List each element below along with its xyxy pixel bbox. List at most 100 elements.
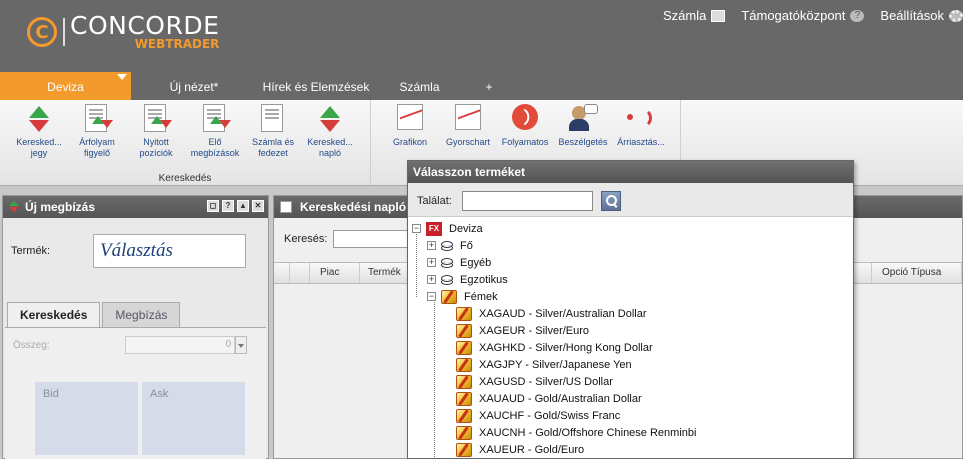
trade-journal-icon <box>315 104 345 134</box>
tree-leaf-label: XAUCNH - Gold/Offshore Chinese Renminbi <box>479 426 697 439</box>
grid-col-option-type[interactable]: Opció Típusa <box>872 263 962 283</box>
tree-node-fo[interactable]: + Fő <box>427 237 473 254</box>
settings-link-label: Beállítások <box>880 8 944 23</box>
ribbon-group-trading: Keresked... jegy Árfolyam figyelő Nyitot… <box>0 100 371 186</box>
rate-watch-icon <box>82 104 113 134</box>
tab-news[interactable]: Hírek és Elemzések <box>257 72 375 100</box>
tree-leaf-product[interactable]: XAGAUD - Silver/Australian Dollar <box>456 305 647 322</box>
settings-link[interactable]: Beállítások <box>880 8 963 23</box>
quick-chart-icon <box>453 104 483 134</box>
tree-leaf-product[interactable]: XAGHKD - Silver/Hong Kong Dollar <box>456 339 653 356</box>
tree-leaf-product[interactable]: XAGUSD - Silver/US Dollar <box>456 373 613 390</box>
tree-leaf-label: XAGAUD - Silver/Australian Dollar <box>479 307 647 320</box>
collapse-icon[interactable]: − <box>412 224 421 233</box>
gold-bar-icon <box>456 425 472 440</box>
tree-leaf-product[interactable]: XAUEUR - Gold/Euro <box>456 441 584 458</box>
logo-mark-icon: C <box>27 17 57 47</box>
tab-menu-caret-icon[interactable] <box>117 74 127 80</box>
gold-bar-icon <box>456 374 472 389</box>
detach-icon[interactable]: ◻ <box>207 200 219 212</box>
expand-icon[interactable]: + <box>427 258 436 267</box>
chart-button[interactable]: Grafikon <box>380 104 440 148</box>
price-alert-label: Árriasztás... <box>617 137 665 147</box>
product-selector[interactable]: Választás <box>93 234 246 268</box>
account-margin-label: Számla és fedezet <box>251 137 295 158</box>
tree-node-deviza[interactable]: − FX Deviza <box>412 220 483 237</box>
dialog-search-bar: Találat: <box>408 183 853 217</box>
chat-icon <box>568 104 598 134</box>
open-positions-button[interactable]: Nyitott pozíciók <box>126 104 186 159</box>
account-margin-icon <box>258 104 288 134</box>
price-alert-button[interactable]: Árriasztás... <box>611 104 671 148</box>
product-row: Termék: Választás <box>11 234 246 268</box>
trade-journal-title: Kereskedési napló <box>300 200 407 214</box>
tree-node-femek[interactable]: − Fémek <box>427 288 498 305</box>
tree-leaf-product[interactable]: XAUCHF - Gold/Swiss Franc <box>456 407 620 424</box>
help-icon[interactable]: ? <box>222 200 234 212</box>
gold-bar-icon <box>441 289 457 304</box>
account-link[interactable]: Számla <box>663 8 726 23</box>
tab-news-label: Hírek és Elemzések <box>262 80 370 94</box>
product-tree: − FX Deviza + Fő + Egyéb + Egzotikus − F… <box>408 218 853 458</box>
trading-subpanel: Összeg: 0 Bid Ask <box>5 327 266 459</box>
dialog-search-input[interactable] <box>462 191 593 211</box>
journal-search-input[interactable] <box>333 230 414 248</box>
grid-col-icon[interactable] <box>290 263 310 283</box>
tree-leaf-product[interactable]: XAGEUR - Silver/Euro <box>456 322 589 339</box>
tree-leaf-product[interactable]: XAGJPY - Silver/Japanese Yen <box>456 356 632 373</box>
amount-dropdown-icon[interactable] <box>235 336 247 354</box>
tree-leaf-label: XAGEUR - Silver/Euro <box>479 324 590 337</box>
tree-leaf-label: XAUAUD - Gold/Australian Dollar <box>479 392 642 405</box>
tree-leaf-product[interactable]: XAUAUD - Gold/Australian Dollar <box>456 390 642 407</box>
help-icon: ? <box>850 9 865 22</box>
tab-account[interactable]: Számla <box>375 72 464 100</box>
collapse-icon[interactable]: − <box>427 292 436 301</box>
chat-button[interactable]: Beszélgetés <box>553 104 613 148</box>
logo-divider <box>63 18 65 46</box>
tab-new-view[interactable]: Új nézet* <box>131 72 257 100</box>
logo-name: CONCORDE <box>70 11 220 40</box>
pending-orders-button[interactable]: Elő megbízások <box>185 104 245 159</box>
fx-icon: FX <box>426 221 442 236</box>
support-link-label: Támogatóközpont <box>741 8 846 23</box>
concorde-logo: C CONCORDE WEBTRADER <box>27 11 220 51</box>
gold-bar-icon <box>456 391 472 406</box>
tree-node-egzotikus[interactable]: + Egzotikus <box>427 271 508 288</box>
trade-ticket-button[interactable]: Keresked... jegy <box>9 104 69 159</box>
minimize-icon[interactable]: ▲ <box>237 200 249 212</box>
tab-account-label: Számla <box>399 80 440 94</box>
account-margin-button[interactable]: Számla és fedezet <box>243 104 303 159</box>
subtab-trading[interactable]: Kereskedés <box>7 302 101 327</box>
tree-node-label: Fémek <box>464 290 498 303</box>
bid-button[interactable]: Bid <box>35 382 138 455</box>
dialog-title[interactable]: Válasszon terméket <box>408 161 853 183</box>
logo-sub: WEBTRADER <box>134 37 220 51</box>
ask-button[interactable]: Ask <box>142 382 245 455</box>
trade-journal-button[interactable]: Keresked... napló <box>300 104 360 159</box>
tab-add[interactable]: + <box>464 72 514 100</box>
tree-leaf-product[interactable]: XAUCNH - Gold/Offshore Chinese Renminbi <box>456 424 696 441</box>
tree-leaf-label: XAGUSD - Silver/US Dollar <box>479 375 613 388</box>
close-icon[interactable]: ✕ <box>252 200 264 212</box>
rate-watch-label: Árfolyam figyelő <box>79 137 115 158</box>
streaming-button[interactable]: Folyamatos <box>495 104 555 148</box>
grid-col-check[interactable] <box>274 263 290 283</box>
amount-input[interactable]: 0 <box>125 336 235 354</box>
trade-ticket-icon <box>24 104 54 134</box>
subtab-order[interactable]: Megbízás <box>102 302 181 327</box>
expand-icon[interactable]: + <box>427 241 436 250</box>
tab-deviza[interactable]: Deviza <box>0 72 131 100</box>
tree-leaf-label: XAGJPY - Silver/Japanese Yen <box>479 358 632 371</box>
new-order-header[interactable]: Új megbízás ◻ ? ▲ ✕ <box>3 196 268 218</box>
expand-icon[interactable]: + <box>427 275 436 284</box>
chat-label: Beszélgetés <box>558 137 608 147</box>
grid-col-market[interactable]: Piac <box>310 263 360 283</box>
rate-watch-button[interactable]: Árfolyam figyelő <box>67 104 127 159</box>
search-icon[interactable] <box>601 191 621 211</box>
quick-chart-button[interactable]: Gyorschart <box>438 104 498 148</box>
account-icon <box>711 9 726 22</box>
chart-label: Grafikon <box>392 137 427 147</box>
tab-add-label: + <box>485 80 493 94</box>
tree-node-egyeb[interactable]: + Egyéb <box>427 254 491 271</box>
support-link[interactable]: Támogatóközpont ? <box>741 8 865 23</box>
